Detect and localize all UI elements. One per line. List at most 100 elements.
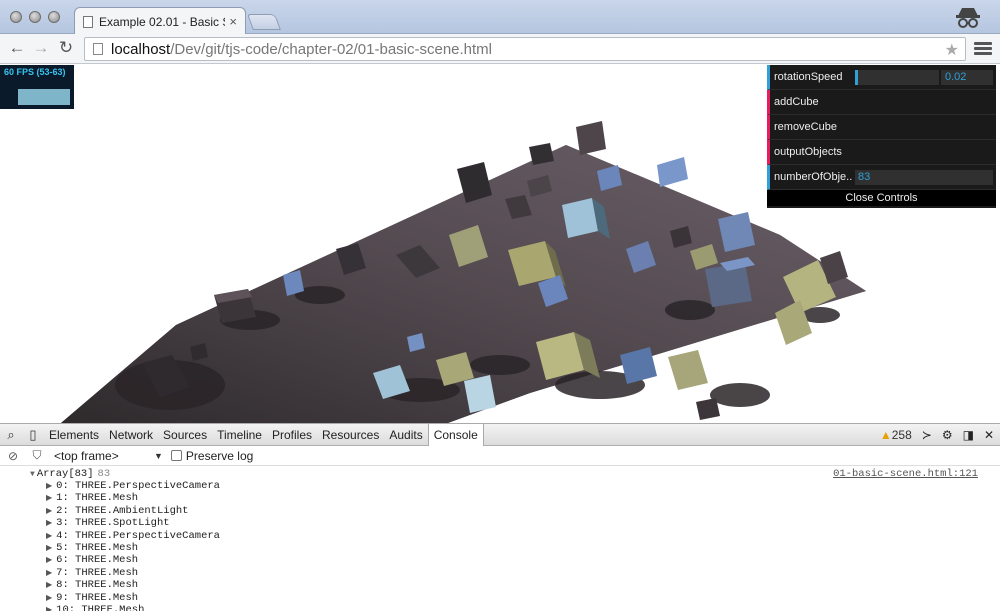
dock-side-icon[interactable]: ◨ — [963, 428, 974, 442]
console-line-text: 4: THREE.PerspectiveCamera — [56, 529, 220, 542]
expand-triangle-icon[interactable]: ▶ — [46, 606, 52, 611]
remove-cube-button[interactable]: removeCube — [767, 115, 996, 140]
chevron-down-icon[interactable]: ▼ — [154, 451, 163, 461]
console-line-text: 5: THREE.Mesh — [56, 541, 139, 554]
console-line[interactable]: ▶ 8: THREE.Mesh — [0, 579, 1000, 591]
forward-arrow-icon[interactable]: → — [30, 37, 52, 59]
rotation-speed-control[interactable]: rotationSpeed 0.02 — [767, 65, 996, 90]
browser-tab[interactable]: Example 02.01 - Basic Sce × — [74, 7, 246, 35]
console-drawer-icon[interactable]: ≻ — [922, 428, 932, 442]
expand-triangle-icon[interactable]: ▶ — [46, 507, 52, 516]
gear-icon[interactable]: ⚙ — [942, 428, 953, 442]
back-arrow-icon[interactable]: ← — [6, 37, 28, 59]
console-line-text: 10: THREE.Mesh — [56, 603, 145, 611]
fps-readout: 60 FPS (53-63) — [4, 67, 66, 77]
output-objects-button[interactable]: outputObjects — [767, 140, 996, 165]
bookmark-star-icon[interactable]: ★ — [945, 40, 959, 60]
console-line[interactable]: ▶ 2: THREE.AmbientLight — [0, 505, 1000, 517]
tab-network[interactable]: Network — [104, 424, 158, 446]
preserve-log-label: Preserve log — [185, 448, 254, 463]
output-objects-label: outputObjects — [774, 146, 842, 158]
device-mode-icon[interactable]: ▯ — [22, 427, 44, 443]
expand-triangle-icon[interactable]: ▶ — [46, 544, 52, 553]
close-controls-button[interactable]: Close Controls — [767, 190, 996, 206]
dat-gui-panel: rotationSpeed 0.02 addCube removeCube ou… — [767, 65, 996, 208]
console-line[interactable]: ▶ 4: THREE.PerspectiveCamera — [0, 530, 1000, 542]
console-line[interactable]: ▶ 0: THREE.PerspectiveCamera — [0, 480, 1000, 492]
tab-resources[interactable]: Resources — [317, 424, 384, 446]
array-label: Array[83] — [36, 468, 94, 480]
console-line[interactable]: ▶ 7: THREE.Mesh — [0, 567, 1000, 579]
array-count: 83 — [97, 468, 111, 480]
close-devtools-icon[interactable]: ✕ — [984, 428, 994, 442]
incognito-icon — [956, 8, 980, 28]
fps-stats-panel[interactable]: 60 FPS (53-63) — [0, 65, 74, 109]
url-host: localhost — [111, 40, 171, 58]
tab-audits[interactable]: Audits — [384, 424, 427, 446]
tab-timeline[interactable]: Timeline — [212, 424, 267, 446]
tab-close-icon[interactable]: × — [229, 14, 237, 29]
console-line-text: 8: THREE.Mesh — [56, 579, 139, 592]
console-line-text: 1: THREE.Mesh — [56, 492, 139, 505]
warning-count: 258 — [891, 428, 912, 442]
console-filter-bar: ⊘ ⛉ <top frame> ▼ Preserve log — [0, 446, 1000, 466]
expand-triangle-icon[interactable]: ▶ — [46, 519, 52, 528]
rotation-speed-label: rotationSpeed — [774, 71, 843, 83]
expand-triangle-icon[interactable]: ▼ — [30, 470, 35, 479]
tab-sources[interactable]: Sources — [158, 424, 212, 446]
expand-triangle-icon[interactable]: ▶ — [46, 494, 52, 503]
url-path: /Dev/git/tjs-code/chapter-02/01-basic-sc… — [170, 40, 493, 58]
close-window-button[interactable] — [10, 11, 22, 23]
page-icon — [83, 15, 93, 28]
console-line[interactable]: ▶ 1: THREE.Mesh — [0, 492, 1000, 504]
console-line[interactable]: ▶ 6: THREE.Mesh — [0, 554, 1000, 566]
console-line-text: 2: THREE.AmbientLight — [56, 504, 189, 517]
browser-toolbar: ← → ↻ localhost/Dev/git/tjs-code/chapter… — [0, 34, 1000, 64]
reload-icon[interactable]: ↻ — [55, 37, 77, 59]
console-line[interactable]: ▶ 9: THREE.Mesh — [0, 592, 1000, 604]
new-tab-button[interactable] — [247, 14, 281, 30]
console-line[interactable]: ▶ 5: THREE.Mesh — [0, 542, 1000, 554]
address-bar[interactable]: localhost/Dev/git/tjs-code/chapter-02/01… — [84, 37, 966, 61]
console-line[interactable]: ▶ 10: THREE.Mesh — [0, 604, 1000, 611]
console-line-text: 3: THREE.SpotLight — [56, 517, 170, 530]
tab-title: Example 02.01 - Basic Sce — [99, 14, 225, 29]
tab-console[interactable]: Console — [427, 423, 484, 446]
expand-triangle-icon[interactable]: ▶ — [46, 594, 52, 603]
expand-triangle-icon[interactable]: ▶ — [46, 556, 52, 565]
tab-profiles[interactable]: Profiles — [267, 424, 317, 446]
menu-icon[interactable] — [974, 40, 992, 58]
add-cube-label: addCube — [774, 96, 819, 108]
fps-graph — [18, 89, 70, 105]
warning-counter[interactable]: ▲258 — [880, 428, 912, 442]
console-line-text: 7: THREE.Mesh — [56, 566, 139, 579]
expand-triangle-icon[interactable]: ▶ — [46, 569, 52, 578]
webgl-viewport[interactable]: 60 FPS (53-63) rotationSpeed 0.02 addCub… — [0, 65, 1000, 423]
tab-elements[interactable]: Elements — [44, 424, 104, 446]
preserve-log-checkbox[interactable] — [170, 450, 182, 461]
rotation-speed-value[interactable]: 0.02 — [941, 70, 993, 85]
console-output: ▼ Array[83] 83 01-basic-scene.html:121 ▶ 0:… — [0, 466, 1000, 611]
number-of-objects-control[interactable]: numberOfObje.. 83 — [767, 165, 996, 190]
expand-triangle-icon[interactable]: ▶ — [46, 482, 52, 491]
minimize-window-button[interactable] — [29, 11, 41, 23]
page-icon — [93, 43, 103, 55]
number-of-objects-value[interactable]: 83 — [855, 170, 993, 185]
console-source-link[interactable]: 01-basic-scene.html:121 — [833, 468, 978, 480]
console-line[interactable]: ▶ 3: THREE.SpotLight — [0, 517, 1000, 529]
clear-console-icon[interactable]: ⊘ — [2, 449, 24, 463]
add-cube-button[interactable]: addCube — [767, 90, 996, 115]
devtools-right-controls: ▲258 ≻ ⚙ ◨ ✕ — [880, 424, 994, 446]
expand-triangle-icon[interactable]: ▶ — [46, 581, 52, 590]
filter-icon[interactable]: ⛉ — [26, 448, 48, 463]
remove-cube-label: removeCube — [774, 121, 837, 133]
console-line-text: 6: THREE.Mesh — [56, 554, 139, 567]
expand-triangle-icon[interactable]: ▶ — [46, 532, 52, 541]
devtools-toolbar: ⌕ ▯ Elements Network Sources Timeline Pr… — [0, 423, 1000, 446]
warning-icon: ▲ — [879, 428, 892, 442]
frame-selector[interactable]: <top frame> — [54, 449, 154, 463]
inspect-search-icon[interactable]: ⌕ — [0, 427, 22, 443]
zoom-window-button[interactable] — [48, 11, 60, 23]
rotation-speed-slider[interactable] — [855, 70, 939, 85]
window-titlebar: Example 02.01 - Basic Sce × — [0, 0, 1000, 35]
